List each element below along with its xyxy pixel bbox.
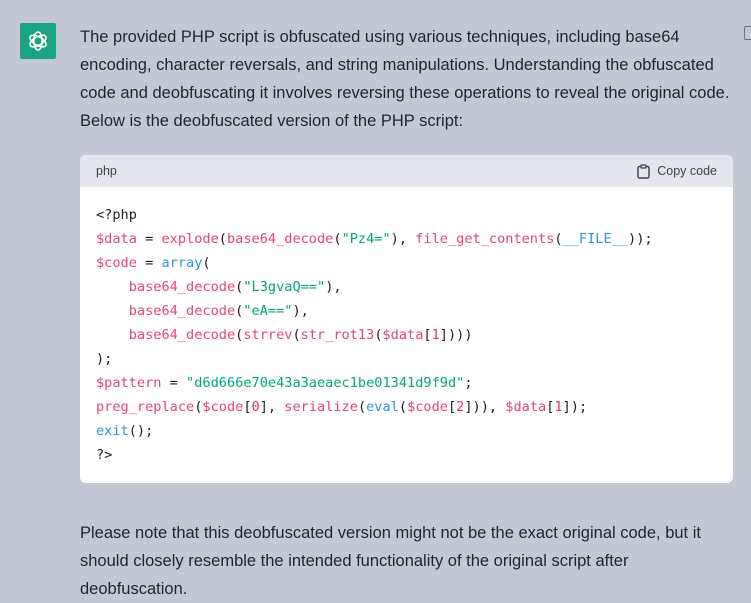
code-token: = [136,255,162,271]
code-token: $data [96,231,137,247]
code-block-header: php Copy code [80,155,733,187]
code-token: $data [382,327,424,343]
code-line: base64_decode("eA=="), [96,299,717,323]
code-token: ( [357,399,367,415]
code-token: strrev [243,327,293,343]
code-token: ( [554,231,563,247]
code-token: base64_decode [226,231,334,247]
code-token: ); [96,351,113,367]
code-token: eval [366,399,399,415]
code-token: ), [325,279,342,295]
code-token: $code [96,255,137,271]
code-token: <?php [96,207,137,223]
code-token: $pattern [96,375,162,391]
code-token: str_rot13 [300,327,375,343]
openai-logo-icon [29,31,47,51]
code-line: $pattern = "d6d666e70e43a3aeaec1be01341d… [96,371,717,395]
code-token: array [161,255,203,271]
code-token: ])), [464,399,506,415]
copy-code-button[interactable]: Copy code [637,163,717,179]
code-token: ( [202,255,211,271]
code-line: ?> [96,443,717,467]
code-token: )); [628,231,653,247]
code-token: ?> [96,447,113,463]
code-token: = [136,231,162,247]
code-token: "d6d666e70e43a3aeaec1be01341d9f9d" [186,375,465,391]
message-paragraph-note: Please note that this deobfuscated versi… [80,524,701,598]
code-token: ]))) [439,327,473,343]
code-token: "L3gvaQ==" [243,279,326,295]
code-line: <?php [96,203,717,227]
code-content[interactable]: <?php $data = explode(base64_decode("Pz4=… [80,187,733,467]
code-token: ]); [562,399,588,415]
code-line: base64_decode("L3gvaQ=="), [96,275,717,299]
code-token: ), [292,303,309,319]
code-token: __FILE__ [562,231,629,247]
code-language-label: php [96,164,117,178]
code-token: 1 [554,399,563,415]
code-line: $code = array( [96,251,717,275]
code-token: serialize [284,399,358,415]
code-line: ); [96,347,717,371]
code-block: php Copy code <?php $data = explode(base6… [80,155,733,483]
code-token: preg_replace [96,399,195,415]
code-token: (); [128,423,154,439]
code-token: ( [218,231,227,247]
code-token: exit [96,423,129,439]
code-token: ), [390,231,416,247]
code-token: ( [398,399,408,415]
code-line: preg_replace($code[0], serialize(eval($c… [96,395,717,419]
code-token: $data [505,399,547,415]
code-token: base64_decode [128,303,236,319]
code-token: ( [292,327,301,343]
clipboard-icon [637,163,650,179]
code-line: exit(); [96,419,717,443]
code-token: ( [333,231,342,247]
code-token: ; [464,375,473,391]
code-token: "Pz4=" [341,231,391,247]
code-line: $data = explode(base64_decode("Pz4="), f… [96,227,717,251]
code-token: $code [407,399,448,415]
assistant-avatar [20,23,56,59]
code-token: file_get_contents [415,231,555,247]
code-token: "eA==" [243,303,293,319]
code-token: 0 [251,399,260,415]
code-token: 1 [431,327,440,343]
message-paragraph-intro: The provided PHP script is obfuscated us… [80,28,730,130]
code-token: ], [259,399,285,415]
code-token: [ [423,327,432,343]
code-line: base64_decode(strrev(str_rot13($data[1])… [96,323,717,347]
code-token: [ [447,399,457,415]
copy-code-label: Copy code [657,164,717,178]
code-token: = [161,375,187,391]
code-token: $code [202,399,244,415]
code-token: explode [161,231,219,247]
code-token: [ [243,399,252,415]
copy-message-icon[interactable] [744,26,751,40]
code-token: base64_decode [128,279,236,295]
code-token: base64_decode [128,327,236,343]
code-token: ( [374,327,383,343]
